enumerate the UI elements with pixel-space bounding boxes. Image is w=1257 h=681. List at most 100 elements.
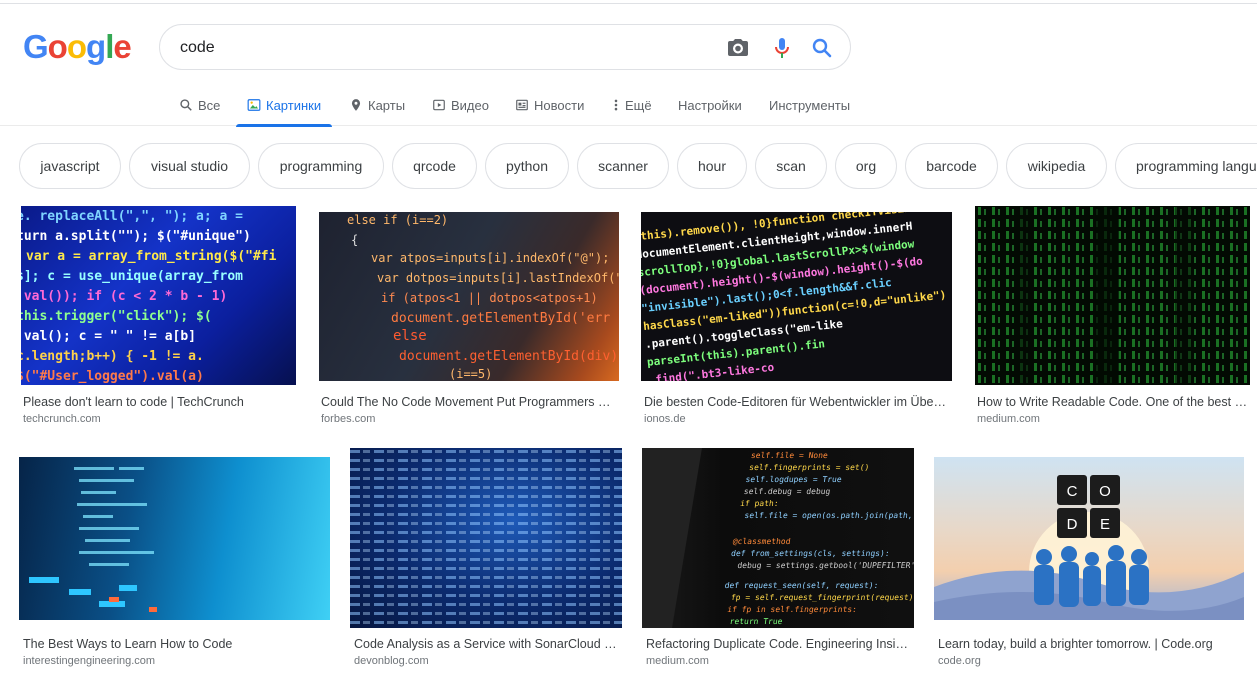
map-pin-icon: [351, 99, 361, 111]
chip[interactable]: scan: [755, 143, 827, 189]
svg-text:fp = self.request_fingerprint(: fp = self.request_fingerprint(request): [730, 593, 914, 602]
svg-text:self.file = open(os.path.join(: self.file = open(os.path.join(path,: [744, 511, 913, 520]
tab-tools[interactable]: Инструменты: [769, 84, 850, 126]
logo-letter: e: [113, 28, 131, 65]
chip[interactable]: wikipedia: [1006, 143, 1107, 189]
svg-text:e. replaceAll(",", "); a; a =: e. replaceAll(",", "); a; a =: [21, 209, 243, 224]
result-title[interactable]: Please don't learn to code | TechCrunch: [23, 395, 295, 409]
result-title[interactable]: How to Write Readable Code. One of the b…: [977, 395, 1249, 409]
result-source: forbes.com: [321, 413, 376, 425]
result-source: medium.com: [646, 655, 709, 667]
code-thumbnail-art: .this).remove()), !0}function checkIfVis…: [641, 212, 947, 381]
chip[interactable]: qrcode: [392, 143, 477, 189]
google-logo[interactable]: Google: [23, 28, 132, 66]
thumb-code-line: else: [393, 328, 427, 344]
svg-text:def from_settings(cls, setting: def from_settings(cls, settings):: [731, 549, 891, 558]
svg-text:self.debug = debug: self.debug = debug: [743, 487, 831, 496]
result-title[interactable]: Could The No Code Movement Put Programme…: [321, 395, 617, 409]
svg-text:var a = array_from_string($("#: var a = array_from_string($("#fi: [26, 249, 277, 264]
search-tabs: Все Картинки Карты Видео Новости Ещё Нас…: [0, 84, 1257, 127]
result-title[interactable]: Learn today, build a brighter tomorrow. …: [938, 637, 1243, 651]
code-logo-letter: D: [1067, 516, 1078, 533]
code-thumbnail-art: [29, 467, 157, 612]
code-org-thumbnail-art: C O D E: [934, 475, 1244, 620]
code-thumbnail-art: e. replaceAll(",", "); a; a = turn a.spl…: [21, 209, 277, 384]
thumb-code-line: (i==5): [449, 367, 492, 381]
svg-text:this.trigger("click"); $(: this.trigger("click"); $(: [21, 309, 212, 324]
tab-label: Инструменты: [769, 97, 851, 113]
tab-all[interactable]: Все: [179, 84, 220, 126]
chip[interactable]: python: [485, 143, 569, 189]
result-source: techcrunch.com: [23, 413, 101, 425]
result-source: devonblog.com: [354, 655, 429, 667]
result-thumbnail: self.file = None self.fingerprints = set…: [642, 448, 914, 628]
chip[interactable]: barcode: [905, 143, 998, 189]
chip[interactable]: programming: [258, 143, 384, 189]
svg-text:if fp in self.fingerprints:: if fp in self.fingerprints:: [727, 605, 858, 614]
tab-label: Видео: [451, 97, 489, 113]
code-logo-letter: O: [1099, 483, 1111, 500]
chip[interactable]: hour: [677, 143, 747, 189]
tab-maps[interactable]: Карты: [349, 84, 405, 126]
silhouettes: [1034, 545, 1149, 607]
chip[interactable]: programming langu: [1115, 143, 1257, 189]
more-vert-icon: [614, 99, 618, 111]
code-thumbnail-art: else if (i==2) { var atpos=inputs[i].ind…: [347, 213, 619, 381]
search-icon: [180, 99, 192, 111]
camera-icon[interactable]: [726, 36, 750, 60]
svg-text:self.fingerprints = set(): self.fingerprints = set(): [749, 463, 870, 472]
result-title[interactable]: Die besten Code-Editoren für Webentwickl…: [644, 395, 949, 409]
result-thumbnail: .this).remove()), !0}function checkIfVis…: [641, 212, 952, 381]
chip[interactable]: javascript: [19, 143, 121, 189]
video-icon: [433, 99, 445, 111]
result-title[interactable]: Refactoring Duplicate Code. Engineering …: [646, 637, 910, 651]
logo-letter: g: [86, 28, 106, 65]
result-thumbnail: C O D E: [934, 457, 1244, 620]
related-chips: javascript visual studio programming qrc…: [0, 143, 1257, 189]
tab-label: Ещё: [625, 97, 652, 113]
search-icon[interactable]: [810, 36, 834, 60]
result-source: code.org: [938, 655, 981, 667]
thumb-code-line: document.getElementById(div): [399, 349, 618, 364]
tab-settings[interactable]: Настройки: [678, 84, 742, 126]
tab-more[interactable]: Ещё: [612, 84, 652, 126]
result-source: medium.com: [977, 413, 1040, 425]
svg-text:self.file = None: self.file = None: [750, 451, 828, 460]
search-box: [159, 24, 851, 70]
svg-text:$("#User_logged").val(a): $("#User_logged").val(a): [21, 369, 204, 384]
result-thumbnail: [19, 457, 330, 620]
result-title[interactable]: The Best Ways to Learn How to Code: [23, 637, 328, 651]
chip[interactable]: scanner: [577, 143, 669, 189]
result-source: ionos.de: [644, 413, 686, 425]
logo-letter: o: [47, 28, 68, 65]
code-logo-letter: E: [1100, 516, 1110, 533]
microphone-icon[interactable]: [770, 36, 794, 60]
svg-text:def request_seen(self, request: def request_seen(self, request):: [724, 581, 879, 590]
svg-text:debug = settings.getbool('DUPE: debug = settings.getbool('DUPEFILTER'): [737, 561, 914, 570]
top-divider: [0, 3, 1257, 4]
chip[interactable]: visual studio: [129, 143, 250, 189]
logo-letter: o: [66, 28, 87, 65]
result-thumbnail: [975, 206, 1250, 385]
tab-news[interactable]: Новости: [515, 84, 584, 126]
chip[interactable]: org: [835, 143, 897, 189]
image-icon: [247, 99, 261, 111]
tab-images[interactable]: Картинки: [235, 84, 333, 127]
result-thumbnail: else if (i==2) { var atpos=inputs[i].ind…: [319, 212, 619, 381]
result-title[interactable]: Code Analysis as a Service with SonarClo…: [354, 637, 619, 651]
svg-text:s]; c = use_unique(array_from: s]; c = use_unique(array_from: [21, 269, 243, 284]
svg-text:turn a.split(""); $("#unique"): turn a.split(""); $("#unique"): [21, 229, 251, 244]
tab-video[interactable]: Видео: [432, 84, 489, 126]
svg-text:@classmethod: @classmethod: [732, 537, 791, 546]
svg-text:self.logdupes = True: self.logdupes = True: [745, 475, 842, 484]
tab-label: Новости: [534, 97, 585, 113]
search-input[interactable]: [180, 37, 700, 59]
tab-label: Карты: [368, 97, 406, 113]
code-thumbnail-art: self.file = None self.fingerprints = set…: [642, 448, 914, 628]
code-thumbnail-art: [350, 448, 622, 628]
thumb-code-line: {: [351, 233, 358, 247]
code-logo-letter: C: [1067, 483, 1078, 500]
svg-text:.val(); c = " " != a[b]: .val(); c = " " != a[b]: [21, 329, 196, 344]
tab-label: Настройки: [678, 97, 742, 113]
svg-text:if path:: if path:: [740, 499, 780, 508]
